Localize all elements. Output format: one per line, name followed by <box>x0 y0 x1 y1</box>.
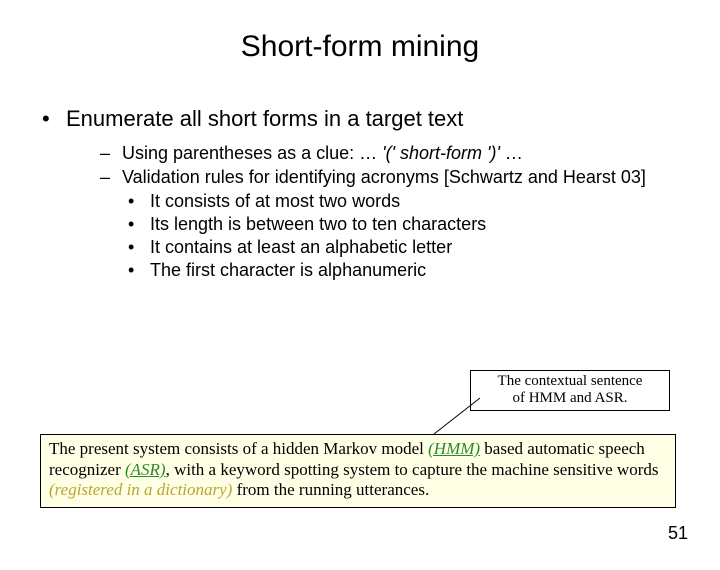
sub-bullet-1-text: Using parentheses as a clue: … '(' short… <box>122 142 690 165</box>
example-part1: The present system consists of a hidden … <box>49 439 428 458</box>
slide-title: Short-form mining <box>0 30 720 64</box>
bullet-dot-icon: • <box>36 106 66 132</box>
rule-2-text: Its length is between two to ten charact… <box>150 213 486 236</box>
connector-line-icon <box>432 396 482 436</box>
rule-list: • It consists of at most two words • Its… <box>100 190 690 282</box>
example-part3: , with a keyword spotting system to capt… <box>166 460 659 479</box>
bullet-dot-icon: • <box>128 190 150 213</box>
bullet-dot-icon: • <box>128 236 150 259</box>
dash-icon: – <box>100 142 122 165</box>
example-box: The present system consists of a hidden … <box>40 434 676 508</box>
sub-bullets: – Using parentheses as a clue: … '(' sho… <box>36 142 690 282</box>
example-part4: from the running utterances. <box>232 480 429 499</box>
rule-4: • The first character is alphanumeric <box>128 259 690 282</box>
dash-icon: – <box>100 166 122 189</box>
bullet-dot-icon: • <box>128 213 150 236</box>
callout-line2: of HMM and ASR. <box>512 390 627 406</box>
example-green1: (HMM) <box>428 439 480 458</box>
sub1-prefix: Using parentheses as a clue: … <box>122 143 382 163</box>
rule-3: • It contains at least an alphabetic let… <box>128 236 690 259</box>
example-green2: (ASR) <box>125 460 166 479</box>
sub-bullet-1: – Using parentheses as a clue: … '(' sho… <box>100 142 690 165</box>
callout-line1: The contextual sentence <box>498 373 643 389</box>
rule-1-text: It consists of at most two words <box>150 190 400 213</box>
callout-box: The contextual sentence of HMM and ASR. <box>470 370 670 411</box>
sub-bullet-2-text: Validation rules for identifying acronym… <box>122 166 690 189</box>
bullet-dot-icon: • <box>128 259 150 282</box>
example-gold: (registered in a dictionary) <box>49 480 232 499</box>
sub1-italic: '(' short-form ')' <box>382 143 500 163</box>
rule-1: • It consists of at most two words <box>128 190 690 213</box>
rule-3-text: It contains at least an alphabetic lette… <box>150 236 452 259</box>
rule-4-text: The first character is alphanumeric <box>150 259 426 282</box>
sub-bullet-2: – Validation rules for identifying acron… <box>100 166 690 189</box>
sub1-suffix: … <box>500 143 523 163</box>
content-area: • Enumerate all short forms in a target … <box>0 106 720 282</box>
bullet-level1: • Enumerate all short forms in a target … <box>36 106 690 132</box>
bullet-text: Enumerate all short forms in a target te… <box>66 106 463 132</box>
rule-2: • Its length is between two to ten chara… <box>128 213 690 236</box>
page-number: 51 <box>668 523 688 544</box>
